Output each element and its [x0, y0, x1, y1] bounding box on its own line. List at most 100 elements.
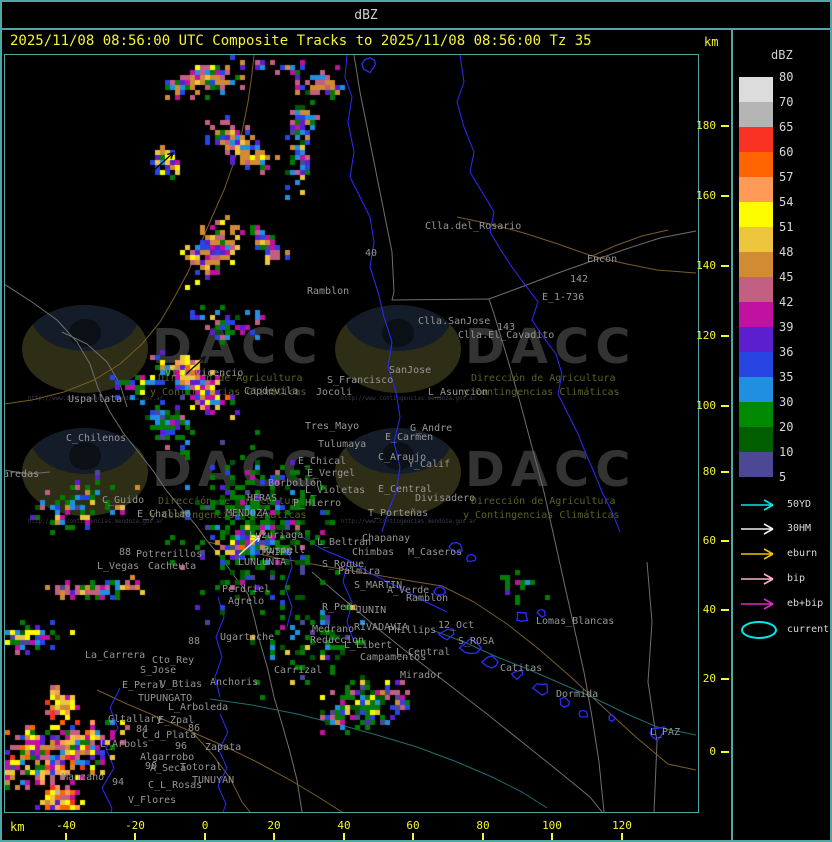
- right-axis-tick: [721, 335, 729, 337]
- right-axis-tick-label: 100: [696, 399, 716, 412]
- map-place-label: Tulumaya: [318, 439, 367, 450]
- map-place-label: T_Porteñas: [368, 508, 429, 519]
- bottom-axis-tick-label: 20: [267, 819, 281, 832]
- map-place-label: Ugarteche: [220, 632, 275, 643]
- map-place-label: LUNLUNTA: [238, 557, 287, 568]
- map-place-label: 12_Oct: [438, 620, 475, 631]
- colorbar-band: [739, 152, 773, 177]
- map-place-label: Clla.SanJose: [418, 316, 491, 327]
- bip-arrow-icon: [741, 573, 774, 585]
- map-place-label: M_Caseros: [408, 547, 463, 558]
- right-axis-tick: [721, 678, 729, 680]
- map-place-label: C_Chilenos: [66, 433, 127, 444]
- colorbar-band: [739, 402, 773, 427]
- right-axis-tick-label: 160: [696, 189, 716, 202]
- map-place-label: Jocoli: [316, 387, 353, 398]
- colorbar-tick-label: 45: [779, 270, 794, 284]
- colorbar-band: [739, 377, 773, 402]
- legend-item-label: bip: [787, 573, 806, 584]
- map-place-label: L_Asuncion: [428, 387, 489, 398]
- right-axis-tick-label: 80: [702, 465, 716, 478]
- colorbar-band: [739, 102, 773, 127]
- arrow-glyph: [741, 523, 774, 535]
- map-place-label: Lomas_Blancas: [536, 616, 615, 627]
- colorbar-tick-label: 20: [779, 420, 794, 434]
- bottom-axis-tick-label: 100: [542, 819, 562, 832]
- bottom-axis-tick: [551, 833, 553, 840]
- map-place-label: aredas: [4, 469, 40, 480]
- colorbar-tick-label: 80: [779, 70, 794, 84]
- map-place-label: C_L_Rosas: [148, 780, 203, 791]
- map-place-label: La_Carrera: [85, 650, 146, 661]
- map-place-label: C_d_Plata: [142, 730, 197, 741]
- eb+bip-arrow-icon: [741, 598, 774, 610]
- map-place-label: E_Chical: [298, 456, 347, 467]
- colorbar-tick-label: 65: [779, 120, 794, 134]
- arrow-glyph: [741, 573, 774, 585]
- colorbar-tick-label: 70: [779, 95, 794, 109]
- bottom-axis-tick: [343, 833, 345, 840]
- map-place-label: Catitas: [500, 663, 543, 674]
- map-place-label: Tres_Mayo: [305, 421, 360, 432]
- legend-item-label: 50YD: [787, 499, 812, 510]
- map-place-label: Capdevila: [244, 386, 299, 397]
- map-place-label: Potrerillos: [136, 549, 203, 560]
- right-axis-tick: [721, 540, 729, 542]
- map-place-label: Luzuriaga: [249, 530, 304, 541]
- colorbar-tick-label: 54: [779, 195, 794, 209]
- colorbar-tick-label: 57: [779, 170, 794, 184]
- map-place-label: Uspallata: [68, 394, 123, 405]
- map-place-label: 94: [112, 777, 125, 788]
- bottom-axis-tick-label: 60: [406, 819, 420, 832]
- map-place-label: S_Jose: [140, 665, 177, 676]
- colorbar-tick-label: 36: [779, 345, 794, 359]
- radar-map[interactable]: DACCDirección de Agriculturay Contingenc…: [4, 54, 699, 813]
- legend-item-label: current: [787, 624, 830, 635]
- legend-item-label: eb+bip: [787, 598, 824, 609]
- right-axis-tick-label: 40: [702, 603, 716, 616]
- map-place-label: 88: [188, 636, 201, 647]
- colorbar-band: [739, 352, 773, 377]
- bottom-axis-tick: [412, 833, 414, 840]
- map-place-label: Ramblon: [406, 593, 449, 604]
- right-axis-tick: [721, 751, 729, 753]
- map-place-label: R_Peña: [322, 602, 359, 613]
- map-place-label: L_Vegas: [97, 561, 140, 572]
- current-cell-icon: [741, 621, 777, 639]
- map-place-label: L_Violetas: [305, 485, 366, 496]
- map-place-label: Encon: [587, 254, 618, 265]
- map-place-label: L_Libert: [344, 640, 393, 651]
- bottom-axis-tick: [621, 833, 623, 840]
- arrow-glyph: [741, 598, 774, 610]
- arrow-glyph: [741, 499, 774, 511]
- map-place-label: V_Btias: [160, 679, 203, 690]
- colorbar-band: [739, 302, 773, 327]
- map-place-label: JUNIN: [356, 605, 387, 616]
- map-place-label: Clla.del_Rosario: [425, 221, 522, 232]
- map-place-label: Divisadero: [415, 493, 476, 504]
- bottom-axis-tick-label: 80: [476, 819, 490, 832]
- colorbar-band: [739, 177, 773, 202]
- map-place-label: V_Flores: [128, 795, 177, 806]
- map-place-label: HERAS: [247, 493, 278, 504]
- arrow-glyph: [741, 548, 774, 560]
- map-place-label: Phillips: [388, 625, 437, 636]
- window-title: dBZ: [354, 8, 378, 23]
- eburn-arrow-icon: [741, 548, 774, 560]
- map-place-label: S_Francisco: [327, 375, 394, 386]
- bottom-axis-tick-label: -40: [56, 819, 76, 832]
- map-place-label: L_Arbols: [100, 739, 149, 750]
- bottom-axis-tick-label: 40: [337, 819, 351, 832]
- 50YD-arrow-icon: [741, 499, 774, 511]
- map-place-label: E_Peral: [122, 680, 165, 691]
- right-axis-tick: [721, 471, 729, 473]
- map-place-label: Y_Calif: [408, 459, 451, 470]
- map-place-label: E_Challao: [137, 509, 192, 520]
- colorbar-band: [739, 77, 773, 102]
- map-place-label: L_PAZ: [650, 727, 681, 738]
- map-place-label: S_ROSA: [458, 636, 495, 647]
- right-axis-tick-label: 120: [696, 329, 716, 342]
- map-place-label: P_Hierro: [293, 498, 342, 509]
- right-axis-tick-label: 0: [709, 745, 716, 758]
- map-place-label: Cacheuta: [148, 561, 197, 572]
